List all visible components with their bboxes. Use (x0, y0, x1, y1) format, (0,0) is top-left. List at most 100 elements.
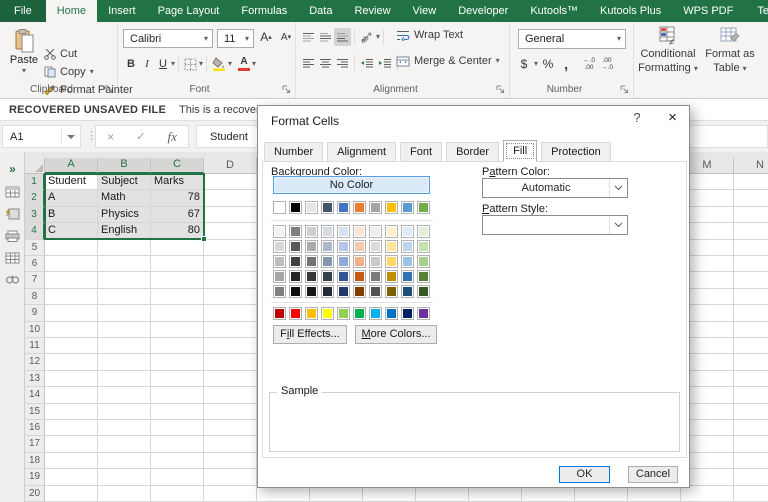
cell-A18[interactable] (45, 452, 98, 470)
tint-1-swatch-9[interactable] (417, 240, 430, 253)
cell-B5[interactable] (98, 239, 151, 256)
cell-A20[interactable] (45, 485, 98, 502)
tint-2-swatch-9[interactable] (417, 255, 430, 268)
cell-N19[interactable] (734, 469, 768, 486)
increase-font-size-button[interactable]: A ▴ (258, 28, 274, 46)
row-header-3[interactable]: 3 (25, 206, 45, 224)
tint-1-swatch-3[interactable] (321, 240, 334, 253)
cell-C7[interactable] (151, 272, 204, 289)
accounting-format-button[interactable]: $ (516, 55, 532, 73)
tint-3-swatch-1[interactable] (289, 270, 302, 283)
worksheets-pane-icon[interactable] (0, 186, 25, 198)
tint-3-swatch-9[interactable] (417, 270, 430, 283)
fill-color-button[interactable] (210, 55, 228, 73)
cell-C14[interactable] (151, 387, 204, 404)
row-header-2[interactable]: 2 (25, 190, 45, 207)
tint-2-swatch-0[interactable] (273, 255, 286, 268)
theme-swatch-3[interactable] (321, 201, 334, 214)
row-header-13[interactable]: 13 (25, 370, 45, 388)
cell-N2[interactable] (734, 190, 768, 207)
cell-C10[interactable] (151, 321, 204, 338)
pattern-color-combo[interactable]: Automatic (482, 178, 628, 198)
fill-effects-button[interactable]: Fill Effects... (273, 325, 347, 344)
row-header-18[interactable]: 18 (25, 452, 45, 470)
standard-swatch-9[interactable] (417, 307, 430, 320)
align-right-button[interactable] (334, 54, 351, 72)
dialog-close-icon[interactable]: × (656, 106, 689, 132)
row-header-10[interactable]: 10 (25, 321, 45, 338)
ribbon-tab-developer[interactable]: Developer (447, 0, 519, 22)
theme-swatch-1[interactable] (289, 201, 302, 214)
panel-expand-icon[interactable]: » (0, 162, 25, 176)
borders-button[interactable] (182, 55, 199, 73)
tint-1-swatch-2[interactable] (305, 240, 318, 253)
cell-A17[interactable] (45, 436, 98, 453)
cell-A9[interactable] (45, 305, 98, 322)
cell-N14[interactable] (734, 387, 768, 404)
tint-3-swatch-8[interactable] (401, 270, 414, 283)
cell-D1[interactable] (204, 174, 257, 191)
tint-1-swatch-0[interactable] (273, 240, 286, 253)
tint-2-swatch-6[interactable] (369, 255, 382, 268)
cell-A12[interactable] (45, 354, 98, 371)
standard-swatch-5[interactable] (353, 307, 366, 320)
cell-A2[interactable]: A (45, 190, 98, 207)
cell-D7[interactable] (204, 272, 257, 289)
cell-B4[interactable]: English (98, 223, 151, 240)
tint-4-swatch-1[interactable] (289, 285, 302, 298)
cell-D10[interactable] (204, 321, 257, 338)
cell-N12[interactable] (734, 354, 768, 371)
tint-0-swatch-0[interactable] (273, 225, 286, 238)
font-name-combo[interactable]: Calibri ▾ (123, 29, 213, 48)
cell-C17[interactable] (151, 436, 204, 453)
tint-1-swatch-5[interactable] (353, 240, 366, 253)
cell-J20[interactable] (522, 485, 575, 502)
cell-N15[interactable] (734, 403, 768, 420)
cell-D4[interactable] (204, 223, 257, 240)
cell-N17[interactable] (734, 436, 768, 453)
cancel-entry-icon[interactable]: × (107, 130, 114, 144)
row-header-8[interactable]: 8 (25, 288, 45, 306)
top-align-button[interactable] (300, 28, 317, 46)
font-dialog-launcher-icon[interactable] (282, 85, 291, 94)
column-header-C[interactable]: C (151, 158, 204, 174)
cell-A4[interactable]: C (45, 223, 98, 240)
cell-A15[interactable] (45, 403, 98, 420)
tint-1-swatch-1[interactable] (289, 240, 302, 253)
cell-D16[interactable] (204, 420, 257, 437)
increase-decimal-button[interactable]: ←.0.00 (581, 55, 597, 73)
cell-C1[interactable]: Marks (151, 174, 204, 191)
ribbon-tab-data[interactable]: Data (298, 0, 343, 22)
cell-N18[interactable] (734, 452, 768, 470)
cell-A16[interactable] (45, 420, 98, 437)
dialog-tab-number[interactable]: Number (264, 142, 324, 161)
cell-D19[interactable] (204, 469, 257, 486)
row-header-4[interactable]: 4 (25, 223, 45, 240)
standard-swatch-6[interactable] (369, 307, 382, 320)
cell-C2[interactable]: 78 (151, 190, 204, 207)
column-header-D[interactable]: D (204, 158, 257, 174)
cell-N1[interactable] (734, 174, 768, 191)
cell-D14[interactable] (204, 387, 257, 404)
dialog-tab-protection[interactable]: Protection (541, 142, 611, 161)
tint-2-swatch-2[interactable] (305, 255, 318, 268)
ok-button[interactable]: OK (559, 466, 610, 483)
tint-3-swatch-6[interactable] (369, 270, 382, 283)
cell-A19[interactable] (45, 469, 98, 486)
insert-function-icon[interactable]: fx (168, 129, 177, 145)
ribbon-tab-insert[interactable]: Insert (97, 0, 147, 22)
tint-0-swatch-6[interactable] (369, 225, 382, 238)
row-header-5[interactable]: 5 (25, 239, 45, 256)
merge-center-button[interactable]: Merge & Center ▾ (396, 55, 500, 67)
cell-B7[interactable] (98, 272, 151, 289)
font-color-button[interactable]: A (236, 55, 252, 73)
cell-N6[interactable] (734, 256, 768, 273)
row-header-15[interactable]: 15 (25, 403, 45, 420)
standard-swatch-7[interactable] (385, 307, 398, 320)
ribbon-tab-kutools-[interactable]: Kutools™ (519, 0, 589, 22)
row-header-6[interactable]: 6 (25, 256, 45, 273)
cell-D6[interactable] (204, 256, 257, 273)
theme-swatch-7[interactable] (385, 201, 398, 214)
theme-swatch-8[interactable] (401, 201, 414, 214)
copy-button[interactable]: Copy ▾ (44, 66, 94, 78)
